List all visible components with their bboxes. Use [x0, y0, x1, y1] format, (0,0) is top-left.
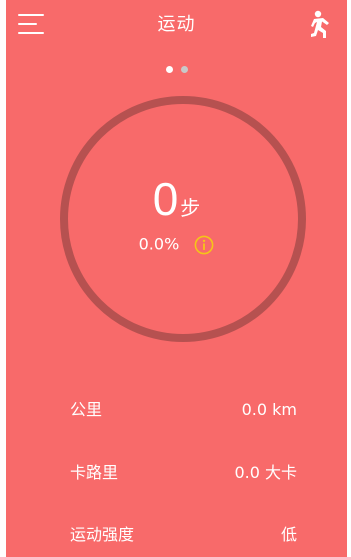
intensity-value: 低 — [280, 525, 297, 544]
distance-row: 公里 0.0 km — [70, 398, 297, 422]
calories-value: 0.0 大卡 — [234, 463, 297, 482]
page-indicator — [6, 66, 347, 73]
info-icon[interactable] — [194, 235, 214, 255]
calories-label: 卡路里 — [70, 463, 119, 482]
distance-value: 0.0 km — [241, 400, 297, 419]
page-dot-inactive[interactable] — [180, 66, 188, 73]
goal-percent-row: 0.0% — [6, 234, 347, 255]
page-dot-active[interactable] — [165, 66, 173, 73]
step-count: 0步 — [6, 174, 347, 224]
distance-label: 公里 — [70, 400, 103, 419]
intensity-label: 运动强度 — [70, 525, 135, 544]
goal-percent: 0.0% — [138, 234, 180, 254]
page-title: 运动 — [157, 14, 196, 35]
step-count-value: 0 — [152, 173, 179, 225]
calories-row: 卡路里 0.0 大卡 — [70, 461, 297, 485]
intensity-row: 运动强度 低 — [70, 523, 297, 547]
sport-screen: 运动 0步 0.0% 公里 0.0 km 卡路里 0.0 大卡 运动强度 低 — [6, 0, 347, 557]
step-count-unit: 步 — [180, 196, 201, 220]
running-man-icon[interactable] — [309, 10, 333, 40]
